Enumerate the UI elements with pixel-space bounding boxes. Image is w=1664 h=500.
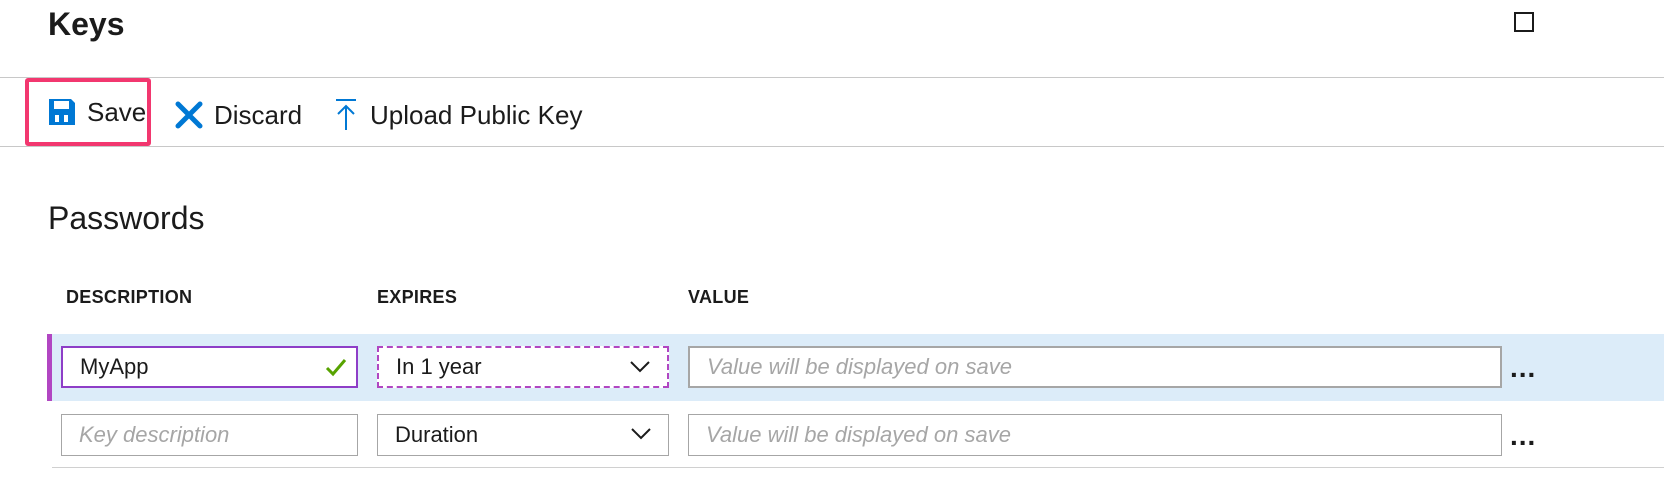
discard-button[interactable]: Discard	[174, 86, 302, 144]
passwords-title: Passwords	[48, 200, 205, 236]
chevron-down-icon	[631, 428, 651, 440]
description-value: MyApp	[80, 354, 149, 379]
expires-dropdown[interactable]: In 1 year	[377, 346, 669, 388]
upload-public-key-button[interactable]: Upload Public Key	[334, 86, 582, 144]
x-icon	[175, 101, 203, 129]
toolbar-bottom-divider	[0, 146, 1664, 147]
more-options-button[interactable]: ...	[1510, 352, 1536, 384]
column-header-description: DESCRIPTION	[66, 287, 193, 307]
expires-selected-value: Duration	[395, 422, 479, 447]
page-title: Keys	[48, 6, 125, 42]
value-field[interactable]: Value will be displayed on save	[688, 414, 1502, 456]
upload-arrow-icon	[336, 99, 356, 130]
checkmark-icon	[325, 359, 347, 377]
chevron-down-icon	[630, 361, 650, 373]
upload-label: Upload Public Key	[370, 99, 583, 130]
save-label: Save	[87, 96, 147, 127]
description-input[interactable]: MyApp	[61, 346, 358, 388]
expires-selected-value: In 1 year	[396, 354, 482, 379]
column-header-expires: EXPIRES	[377, 287, 458, 307]
description-input[interactable]: Key description	[61, 414, 358, 456]
floppy-disk-icon	[49, 99, 75, 125]
more-options-button[interactable]: ...	[1510, 420, 1536, 452]
selected-row-marker	[47, 334, 52, 401]
expires-dropdown[interactable]: Duration	[377, 414, 669, 456]
row-divider	[52, 467, 1664, 468]
value-field[interactable]: Value will be displayed on save	[688, 346, 1502, 388]
save-button[interactable]: Save	[25, 78, 151, 146]
toolbar-top-divider	[0, 77, 1664, 78]
column-header-value: VALUE	[688, 287, 750, 307]
maximize-icon[interactable]	[1514, 12, 1534, 32]
discard-label: Discard	[214, 99, 303, 130]
